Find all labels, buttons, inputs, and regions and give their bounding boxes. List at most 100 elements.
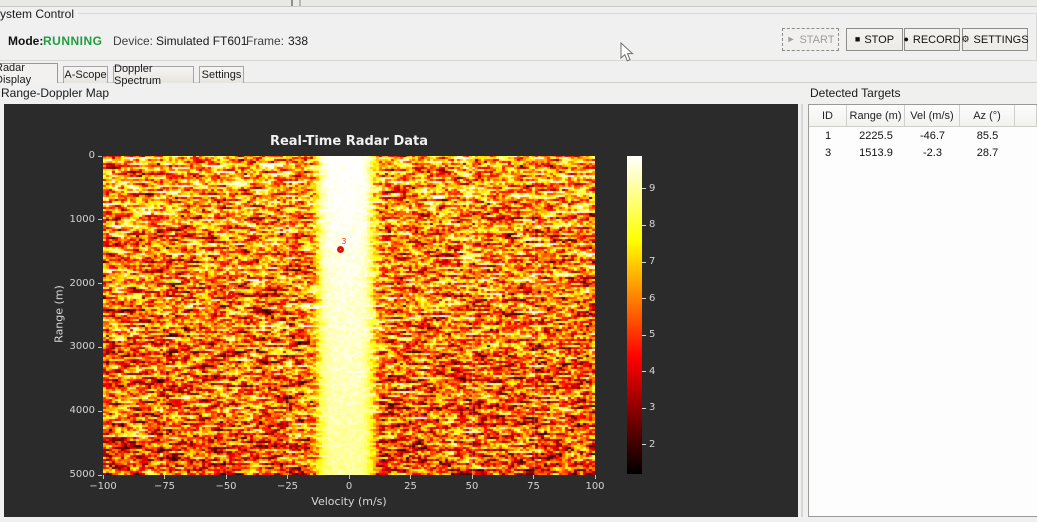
- tab-settings-label: Settings: [202, 69, 242, 81]
- record-button-label: RECORD: [913, 34, 961, 46]
- tab-a-scope[interactable]: A-Scope: [63, 66, 108, 83]
- target-marker-id-label: 3: [341, 237, 346, 246]
- settings-button-label: SETTINGS: [974, 34, 1029, 46]
- colorbar-tick-label: 4: [649, 366, 655, 377]
- colorbar-tick-mark: [642, 262, 646, 263]
- device-value: Simulated FT601: [156, 34, 247, 48]
- y-tick-label: 3000: [50, 341, 95, 352]
- colorbar-tick-label: 6: [649, 293, 655, 304]
- x-tick-label: 100: [575, 481, 615, 492]
- cell-range: 1513.9: [847, 144, 905, 161]
- x-tick-label: −50: [206, 481, 246, 492]
- mode-label: Mode:: [8, 34, 43, 48]
- start-button-label: START: [799, 34, 834, 46]
- cell-az: 28.7: [960, 144, 1015, 161]
- y-tick-label: 1000: [50, 214, 95, 225]
- colorbar-tick-label: 7: [649, 256, 655, 267]
- background-window-strip: [0, 0, 1037, 7]
- start-button: ► START: [782, 28, 839, 51]
- column-header-az[interactable]: Az (°): [960, 105, 1015, 127]
- column-header-vel[interactable]: Vel (m/s): [905, 105, 960, 127]
- y-tick-label: 5000: [50, 469, 95, 480]
- cell-az: 85.5: [960, 127, 1015, 144]
- x-tick-mark: [533, 475, 534, 479]
- y-tick-label: 4000: [50, 405, 95, 416]
- colorbar-tick-label: 8: [649, 219, 655, 230]
- cell-filler: [1015, 127, 1037, 144]
- frame-label: Frame:: [246, 34, 284, 48]
- x-axis-label: Velocity (m/s): [103, 495, 595, 508]
- play-icon: ►: [787, 35, 796, 44]
- target-marker-id-label: 1: [232, 282, 237, 291]
- colorbar-tick-mark: [642, 444, 646, 445]
- gear-icon: ⚙: [961, 35, 969, 44]
- x-tick-label: −75: [145, 481, 185, 492]
- stop-icon: ■: [855, 35, 860, 44]
- colorbar-tick-label: 2: [649, 439, 655, 450]
- target-marker-3[interactable]: [337, 246, 344, 253]
- stop-button-label: STOP: [864, 34, 894, 46]
- cell-id: 1: [809, 127, 847, 144]
- range-doppler-plot-panel: Real-Time Radar Data Range (m) Velocity …: [4, 104, 798, 517]
- colorbar-tick-mark: [642, 225, 646, 226]
- cell-vel: -46.7: [905, 127, 960, 144]
- frame-value: 338: [288, 34, 308, 48]
- colorbar-tick-mark: [642, 188, 646, 189]
- tab-doppler-spectrum-label: Doppler Spectrum: [114, 63, 193, 87]
- x-tick-label: −25: [268, 481, 308, 492]
- y-tick-label: 0: [50, 150, 95, 161]
- colorbar-tick-mark: [642, 408, 646, 409]
- y-tick-mark: [98, 156, 102, 157]
- chart-title: Real-Time Radar Data: [103, 134, 595, 149]
- record-icon: ●: [903, 35, 908, 44]
- y-tick-mark: [98, 347, 102, 348]
- mouse-cursor: [620, 42, 634, 63]
- system-control-group-label: ystem Control: [0, 7, 78, 21]
- colorbar: [627, 156, 642, 474]
- column-header-range[interactable]: Range (m): [847, 105, 905, 127]
- y-tick-mark: [98, 283, 102, 284]
- column-header-id[interactable]: ID: [809, 105, 847, 127]
- x-tick-mark: [164, 475, 165, 479]
- cell-range: 2225.5: [847, 127, 905, 144]
- x-tick-mark: [410, 475, 411, 479]
- tab-radar-display[interactable]: Radar Display: [0, 63, 58, 83]
- detected-targets-panel: ID Range (m) Vel (m/s) Az (°) 1 2225.5 -…: [808, 104, 1037, 517]
- background-window-edge: [291, 0, 301, 6]
- device-label: Device:: [113, 34, 153, 48]
- colorbar-tick-label: 3: [649, 402, 655, 413]
- y-tick-mark: [98, 475, 102, 476]
- x-tick-label: 75: [514, 481, 554, 492]
- y-tick-label: 2000: [50, 278, 95, 289]
- x-tick-mark: [472, 475, 473, 479]
- record-button[interactable]: ● RECORD: [904, 28, 960, 51]
- mode-value: RUNNING: [43, 34, 103, 48]
- detected-targets-table: ID Range (m) Vel (m/s) Az (°) 1 2225.5 -…: [809, 105, 1037, 161]
- x-tick-mark: [349, 475, 350, 479]
- table-header-row: ID Range (m) Vel (m/s) Az (°): [809, 105, 1037, 127]
- colorbar-tick-mark: [642, 371, 646, 372]
- tab-a-scope-label: A-Scope: [64, 69, 106, 81]
- x-tick-label: 0: [329, 481, 369, 492]
- x-tick-label: −100: [83, 481, 123, 492]
- y-tick-mark: [98, 219, 102, 220]
- colorbar-tick-label: 5: [649, 329, 655, 340]
- x-tick-mark: [595, 475, 596, 479]
- detected-targets-label: Detected Targets: [810, 86, 901, 100]
- settings-button[interactable]: ⚙ SETTINGS: [962, 28, 1028, 51]
- x-tick-label: 25: [391, 481, 431, 492]
- tab-settings[interactable]: Settings: [199, 66, 244, 83]
- tab-doppler-spectrum[interactable]: Doppler Spectrum: [113, 66, 194, 83]
- panel-splitter: [801, 104, 803, 517]
- x-tick-mark: [103, 475, 104, 479]
- table-row[interactable]: 3 1513.9 -2.3 28.7: [809, 144, 1037, 161]
- range-doppler-heatmap[interactable]: [103, 156, 595, 475]
- x-tick-label: 50: [452, 481, 492, 492]
- table-row[interactable]: 1 2225.5 -46.7 85.5: [809, 127, 1037, 144]
- cell-vel: -2.3: [905, 144, 960, 161]
- colorbar-tick-mark: [642, 335, 646, 336]
- column-header-filler: [1015, 105, 1037, 127]
- range-doppler-map-label: Range-Doppler Map: [1, 86, 109, 100]
- x-tick-mark: [226, 475, 227, 479]
- stop-button[interactable]: ■ STOP: [846, 28, 903, 51]
